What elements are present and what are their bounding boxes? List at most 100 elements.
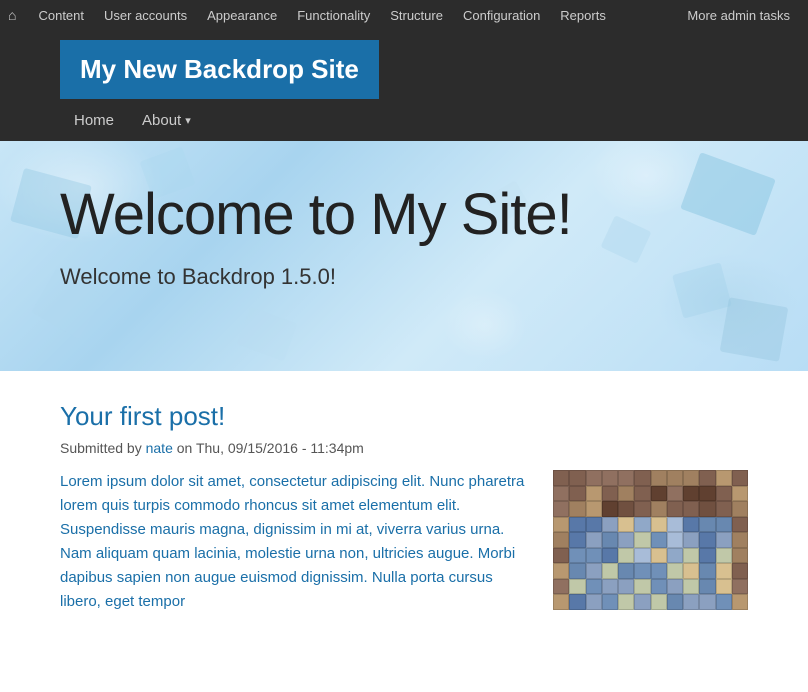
mosaic-tile (602, 579, 618, 595)
mosaic-tile (569, 532, 585, 548)
mosaic-tile (634, 517, 650, 533)
mosaic-tile (699, 594, 715, 610)
admin-nav-functionality[interactable]: Functionality (287, 0, 380, 30)
mosaic-tile (651, 486, 667, 502)
mosaic-tile (699, 579, 715, 595)
post-body-text: Lorem ipsum dolor sit amet, consectetur … (60, 470, 533, 614)
post-meta: Submitted by nate on Thu, 09/15/2016 - 1… (60, 440, 748, 456)
mosaic-tile (651, 579, 667, 595)
about-dropdown-arrow: ▾ (185, 114, 191, 127)
mosaic-tile (683, 548, 699, 564)
mosaic-tile (683, 501, 699, 517)
admin-nav-configuration[interactable]: Configuration (453, 0, 550, 30)
mosaic-tile (716, 563, 732, 579)
mosaic-tile (569, 501, 585, 517)
mosaic-tile (651, 517, 667, 533)
post-meta-prefix: Submitted by (60, 440, 146, 456)
admin-nav-user-accounts[interactable]: User accounts (94, 0, 197, 30)
mosaic-tile (586, 548, 602, 564)
mosaic-tile (651, 470, 667, 486)
mosaic-tile (683, 563, 699, 579)
mosaic-tile (667, 579, 683, 595)
admin-nav-content[interactable]: Content (28, 0, 94, 30)
admin-nav-appearance[interactable]: Appearance (197, 0, 287, 30)
site-title-block: My New Backdrop Site (60, 40, 379, 99)
nav-home[interactable]: Home (60, 99, 128, 141)
mosaic-tile (618, 563, 634, 579)
mosaic-tile (553, 532, 569, 548)
mosaic-tile (683, 532, 699, 548)
mosaic-tile (586, 532, 602, 548)
more-admin-tasks[interactable]: More admin tasks (677, 8, 800, 23)
mosaic-tile (699, 563, 715, 579)
mosaic-tile (699, 548, 715, 564)
mosaic-tile (553, 501, 569, 517)
mosaic-tile (586, 579, 602, 595)
mosaic-tile (618, 548, 634, 564)
post-image-mosaic (553, 470, 748, 610)
mosaic-tile (732, 517, 748, 533)
mosaic-tile (569, 563, 585, 579)
mosaic-tile (651, 563, 667, 579)
mosaic-tile (586, 486, 602, 502)
mosaic-tile (569, 579, 585, 595)
mosaic-tile (553, 579, 569, 595)
mosaic-tile (634, 501, 650, 517)
main-nav: Home About ▾ (0, 99, 808, 141)
mosaic-tile (699, 501, 715, 517)
mosaic-tile (602, 594, 618, 610)
mosaic-tile (634, 563, 650, 579)
mosaic-tile (667, 486, 683, 502)
mosaic-tile (732, 594, 748, 610)
mosaic-tile (634, 486, 650, 502)
site-title[interactable]: My New Backdrop Site (80, 54, 359, 84)
mosaic-tile (634, 532, 650, 548)
mosaic-tile (618, 470, 634, 486)
mosaic-tile (716, 594, 732, 610)
mosaic-tile (602, 486, 618, 502)
mosaic-tile (683, 486, 699, 502)
post-author-link[interactable]: nate (146, 440, 173, 456)
mosaic-tile (667, 548, 683, 564)
mosaic-tile (732, 563, 748, 579)
hero-decorative-squares (0, 141, 808, 371)
post-image (553, 470, 748, 610)
mosaic-tile (716, 532, 732, 548)
mosaic-tile (553, 517, 569, 533)
mosaic-tile (586, 470, 602, 486)
mosaic-tile (716, 501, 732, 517)
mosaic-tile (602, 532, 618, 548)
mosaic-tile (667, 517, 683, 533)
post-title[interactable]: Your first post! (60, 401, 748, 432)
mosaic-tile (618, 532, 634, 548)
mosaic-tile (699, 486, 715, 502)
mosaic-tile (732, 532, 748, 548)
admin-nav-structure[interactable]: Structure (380, 0, 453, 30)
admin-nav-items: Content User accounts Appearance Functio… (28, 0, 677, 30)
nav-about[interactable]: About ▾ (128, 99, 205, 141)
mosaic-tile (716, 470, 732, 486)
mosaic-tile (618, 594, 634, 610)
mosaic-tile (602, 470, 618, 486)
hero-subtitle: Welcome to Backdrop 1.5.0! (60, 264, 748, 290)
hero-section: Welcome to My Site! Welcome to Backdrop … (0, 141, 808, 371)
post-body-wrapper: Lorem ipsum dolor sit amet, consectetur … (60, 470, 748, 614)
mosaic-tile (651, 501, 667, 517)
mosaic-tile (569, 594, 585, 610)
site-header: My New Backdrop Site Home About ▾ (0, 30, 808, 141)
mosaic-tile (732, 579, 748, 595)
mosaic-tile (683, 517, 699, 533)
mosaic-tile (651, 548, 667, 564)
admin-nav-reports[interactable]: Reports (550, 0, 616, 30)
mosaic-tile (651, 532, 667, 548)
mosaic-tile (716, 517, 732, 533)
mosaic-tile (586, 594, 602, 610)
content-area: Your first post! Submitted by nate on Th… (0, 371, 808, 644)
home-icon[interactable]: ⌂ (8, 7, 16, 23)
mosaic-tile (634, 579, 650, 595)
mosaic-tile (553, 563, 569, 579)
mosaic-tile (618, 501, 634, 517)
mosaic-tile (699, 532, 715, 548)
mosaic-tile (586, 563, 602, 579)
mosaic-tile (667, 532, 683, 548)
